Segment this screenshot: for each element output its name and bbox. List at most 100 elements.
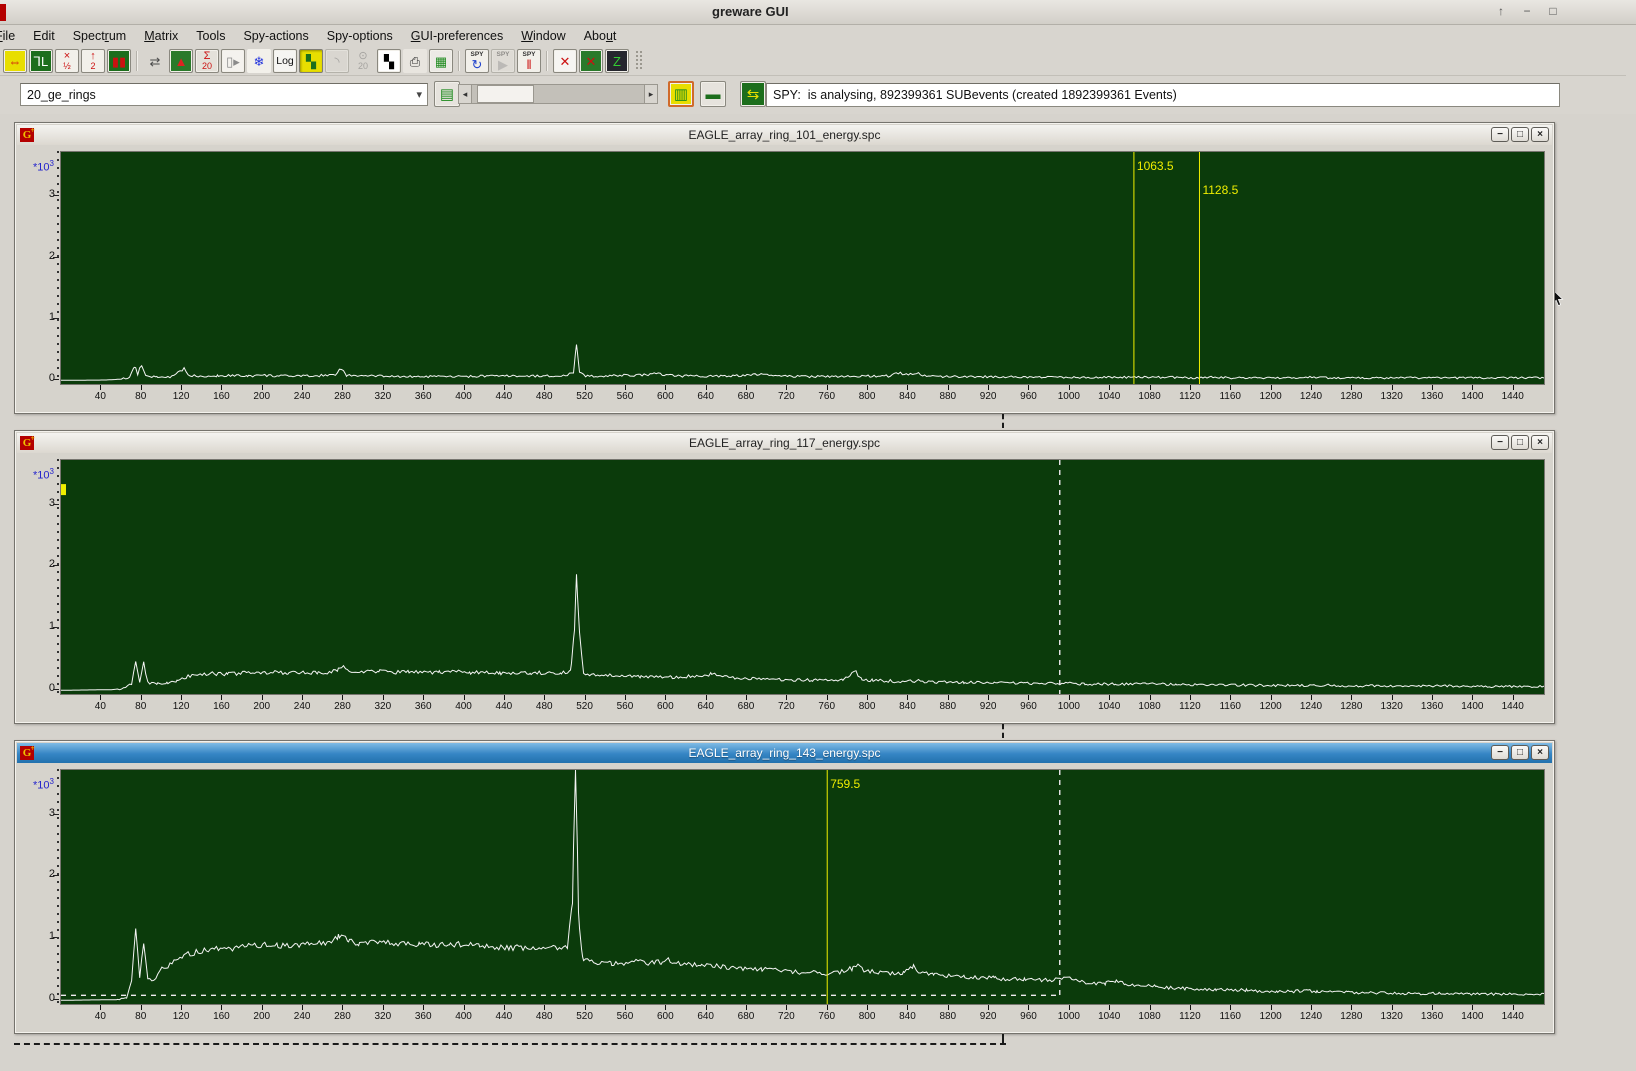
x-tick-label: 1400 bbox=[1461, 1011, 1484, 1022]
x-tick-label: 680 bbox=[737, 391, 755, 402]
maximize-button[interactable]: □ bbox=[1511, 127, 1529, 142]
freeze-icon[interactable]: ❄ bbox=[247, 49, 271, 73]
slice-icon-glyph: ▯▸ bbox=[226, 53, 240, 69]
scrollbar-thumb[interactable] bbox=[477, 85, 534, 103]
expand-x-icon[interactable]: ⇄ bbox=[143, 49, 167, 73]
x-tick-mark bbox=[1109, 385, 1111, 390]
spy-pause-icon[interactable]: SPY ‖ bbox=[517, 49, 541, 73]
sum-gate-icon[interactable]: Σ 20 bbox=[195, 49, 219, 73]
x-tick-mark bbox=[1472, 1005, 1474, 1010]
x-tick-label: 800 bbox=[858, 701, 876, 712]
x-tick-mark bbox=[1109, 1005, 1111, 1010]
menu-spy-options[interactable]: Spy-options bbox=[318, 27, 402, 45]
minimize-button[interactable]: − bbox=[1491, 127, 1509, 142]
swap-spectra-icon[interactable]: ⇆ bbox=[740, 81, 766, 107]
y-tick-label: 0 bbox=[48, 992, 55, 1005]
x-tick-label: 1120 bbox=[1179, 1011, 1201, 1022]
x-tick-mark bbox=[624, 1005, 626, 1010]
x-tick-label: 1000 bbox=[1057, 701, 1080, 712]
menu-file[interactable]: File bbox=[0, 27, 24, 45]
y-scale-label: *103 bbox=[33, 467, 54, 482]
cursor-marker-label: 1128.5 bbox=[1202, 183, 1238, 197]
close-button[interactable]: × bbox=[1531, 745, 1549, 760]
spectrum-plot[interactable]: 759.5 bbox=[60, 769, 1545, 1005]
overlay-icon[interactable]: ▚ bbox=[299, 49, 323, 73]
menu-edit[interactable]: Edit bbox=[24, 27, 64, 45]
x-tick-mark bbox=[100, 1005, 102, 1010]
minimize-button[interactable]: − bbox=[1491, 435, 1509, 450]
slice-icon[interactable]: ▯▸ bbox=[221, 49, 245, 73]
peak-search-icon[interactable]: ▲ bbox=[169, 49, 193, 73]
clear-all-icon-glyph: ✕ bbox=[585, 53, 597, 69]
toolbar-grip[interactable] bbox=[636, 51, 644, 71]
x-tick-mark bbox=[100, 385, 102, 390]
clear-spectrum-icon-glyph: ✕ bbox=[559, 53, 571, 69]
clear-all-icon[interactable]: ✕ bbox=[579, 49, 603, 73]
x-tick-label: 1040 bbox=[1098, 391, 1121, 402]
minimize-button[interactable]: − bbox=[1491, 745, 1509, 760]
close-button[interactable]: × bbox=[1531, 435, 1549, 450]
shade-button[interactable]: ↑ bbox=[1492, 3, 1510, 20]
window-titlebar[interactable]: G + EAGLE_array_ring_143_energy.spc − □ × bbox=[17, 743, 1552, 763]
x-tick-label: 880 bbox=[939, 391, 957, 402]
spectrum-scrollbar[interactable]: ◂ ▸ bbox=[458, 84, 658, 104]
spectrum-plot[interactable]: 1063.5 1128.5 bbox=[60, 151, 1545, 385]
x-tick-mark bbox=[867, 385, 869, 390]
app-titlebar[interactable]: greware GUI ↑ − □ bbox=[0, 0, 1636, 25]
x-tick-label: 1040 bbox=[1098, 701, 1121, 712]
scroll-left-icon[interactable]: ◂ bbox=[458, 84, 472, 104]
menu-matrix[interactable]: Matrix bbox=[135, 27, 187, 45]
log-scale-button[interactable]: Log bbox=[273, 49, 297, 73]
x-tick-label: 160 bbox=[213, 701, 230, 712]
x-tick-label: 960 bbox=[1020, 1011, 1037, 1022]
window-titlebar[interactable]: G + EAGLE_array_ring_117_energy.spc − □ × bbox=[17, 433, 1552, 453]
clear-spectrum-icon[interactable]: ✕ bbox=[553, 49, 577, 73]
expand-2-icon[interactable]: ↑ 2 bbox=[81, 49, 105, 73]
freeze-icon-glyph: ❄ bbox=[253, 53, 265, 69]
scrollbar-trough[interactable] bbox=[472, 84, 644, 104]
full-range-icon[interactable]: ▮▮ bbox=[107, 49, 131, 73]
menu-gui-preferences[interactable]: GUI-preferences bbox=[402, 27, 512, 45]
spectrum-plot[interactable] bbox=[60, 459, 1545, 695]
selection-dash-v bbox=[1002, 1033, 1004, 1043]
spy-start-icon[interactable]: SPY ▶ bbox=[491, 49, 515, 73]
menu-spy-actions[interactable]: Spy-actions bbox=[234, 27, 317, 45]
matrix-table-icon[interactable]: ▦ bbox=[429, 49, 453, 73]
menu-window[interactable]: Window bbox=[512, 27, 574, 45]
autoscale-icon[interactable]: ⇔ bbox=[3, 49, 27, 73]
toolbar-separator bbox=[458, 51, 460, 71]
x-tick-label: 1320 bbox=[1380, 701, 1403, 712]
menu-spectrum[interactable]: Spectrum bbox=[64, 27, 136, 45]
tile-horizontal-icon[interactable]: ▬ bbox=[700, 81, 726, 107]
maximize-button[interactable]: □ bbox=[1511, 745, 1529, 760]
reload-list-icon[interactable]: ▤ bbox=[434, 81, 460, 107]
scroll-right-icon[interactable]: ▸ bbox=[644, 84, 658, 104]
x-tick-label: 440 bbox=[495, 391, 513, 402]
menu-about[interactable]: About bbox=[575, 27, 626, 45]
close-button[interactable]: × bbox=[1531, 127, 1549, 142]
x-tick-mark bbox=[746, 695, 747, 700]
shrink-half-icon-sub: ½ bbox=[63, 61, 71, 71]
tile-vertical-icon[interactable]: ▥ bbox=[668, 81, 694, 107]
minimize-button[interactable]: − bbox=[1518, 3, 1536, 20]
x-tick-label: 320 bbox=[374, 391, 392, 402]
z-gate-icon[interactable]: Z bbox=[605, 49, 629, 73]
smooth-curve-icon[interactable]: ◝ bbox=[325, 49, 349, 73]
x-tick-label: 160 bbox=[213, 391, 230, 402]
window-titlebar[interactable]: G + EAGLE_array_ring_101_energy.spc − □ × bbox=[17, 125, 1552, 145]
chevron-down-icon: ▾ bbox=[416, 89, 422, 101]
x-tick-mark bbox=[786, 385, 788, 390]
print-icon[interactable]: ⎙ bbox=[403, 49, 427, 73]
linear-scale-icon[interactable]: ⅂L bbox=[29, 49, 53, 73]
shrink-half-icon[interactable]: × ½ bbox=[55, 49, 79, 73]
spy-refresh-icon[interactable]: SPY ↻ bbox=[465, 49, 489, 73]
maximize-button[interactable]: □ bbox=[1511, 435, 1529, 450]
partial-icon[interactable]: ◗ bbox=[0, 49, 1, 73]
x-tick-label: 360 bbox=[414, 391, 432, 402]
maximize-button[interactable]: □ bbox=[1544, 3, 1562, 20]
zoom-20-icon[interactable]: ⊙ 20 bbox=[351, 49, 375, 73]
x-tick-label: 1160 bbox=[1219, 391, 1241, 402]
invert-icon[interactable]: ▚ bbox=[377, 49, 401, 73]
menu-tools[interactable]: Tools bbox=[187, 27, 234, 45]
spectrum-group-select[interactable]: 20_ge_rings ▾ bbox=[20, 83, 428, 106]
